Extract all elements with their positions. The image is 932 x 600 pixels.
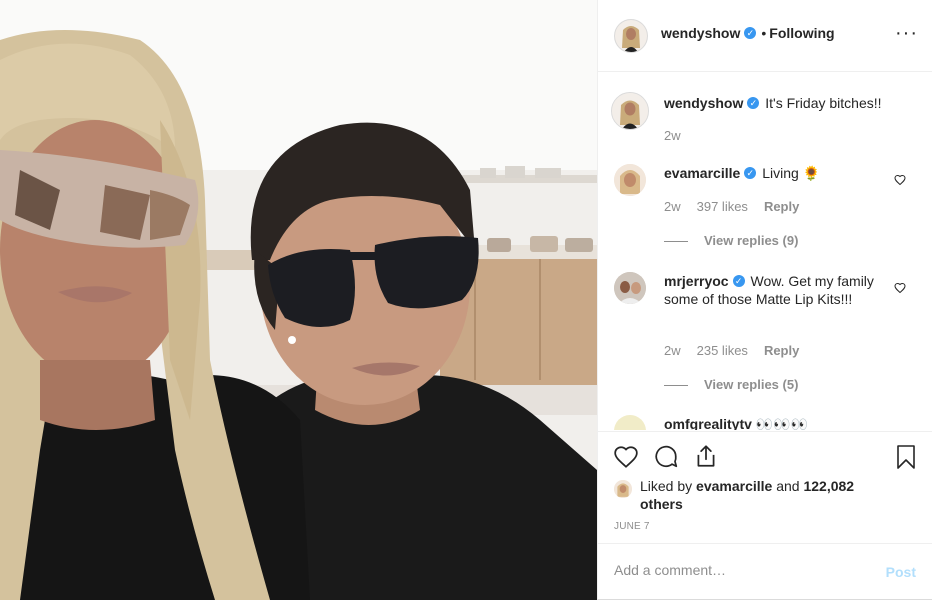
- liker-avatar[interactable]: [614, 480, 632, 498]
- avatar-image: [615, 20, 647, 52]
- comment-username[interactable]: evamarcille: [664, 165, 740, 181]
- more-options-icon[interactable]: ···: [895, 22, 918, 45]
- comments-list[interactable]: wendyshow ✓ It's Friday bitches!! 2w evam…: [598, 72, 932, 430]
- avatar-image: [614, 164, 646, 196]
- replies-divider: [664, 241, 688, 243]
- post-header: wendyshow ✓ • Following ···: [598, 0, 932, 72]
- view-replies-button[interactable]: View replies (5): [664, 377, 798, 392]
- comment-avatar[interactable]: [614, 415, 646, 430]
- caption-username[interactable]: wendyshow: [664, 95, 743, 111]
- comment-meta: 2w 235 likes Reply: [664, 343, 815, 358]
- verified-badge-icon: ✓: [744, 27, 757, 40]
- instagram-post: wendyshow ✓ • Following ··· wendyshow ✓ It's…: [0, 0, 932, 600]
- caption-text-line: wendyshow ✓ It's Friday bitches!!: [664, 94, 894, 112]
- caption-meta: 2w: [664, 128, 697, 143]
- comment-likes[interactable]: 235 likes: [697, 343, 748, 358]
- avatar-image: [614, 480, 632, 498]
- comment-age: 2w: [664, 343, 681, 358]
- view-replies-label: View replies (5): [704, 377, 799, 392]
- comment-avatar[interactable]: [614, 272, 646, 304]
- avatar-image: [612, 93, 648, 129]
- comment-text: 👀👀👀: [755, 416, 809, 430]
- add-comment-bar: Post: [598, 543, 932, 600]
- share-icon[interactable]: [693, 443, 719, 469]
- avatar-image: [614, 272, 646, 304]
- reply-button[interactable]: Reply: [764, 199, 799, 214]
- liked-by-label: Liked by: [640, 478, 693, 494]
- caption-text: It's Friday bitches!!: [765, 95, 882, 111]
- view-replies-button[interactable]: View replies (9): [664, 233, 798, 248]
- liker-username[interactable]: evamarcille: [696, 478, 772, 494]
- following-button[interactable]: Following: [769, 25, 834, 41]
- replies-divider: [664, 385, 688, 387]
- post-photo[interactable]: [0, 0, 597, 600]
- comment-username[interactable]: mrjerryoc: [664, 273, 729, 289]
- comment-icon[interactable]: [653, 444, 679, 470]
- comment-text-line: evamarcille ✓ Living 🌻: [664, 164, 894, 182]
- post-date[interactable]: JUNE 7: [614, 521, 650, 532]
- selfie-illustration: [0, 0, 597, 600]
- comment-likes[interactable]: 397 likes: [697, 199, 748, 214]
- bookmark-icon[interactable]: [894, 444, 918, 470]
- comment-text-line: omfgrealitytv 👀👀👀: [664, 415, 894, 430]
- header-user-line: wendyshow ✓ • Following: [661, 25, 835, 41]
- header-username[interactable]: wendyshow: [661, 25, 740, 41]
- add-comment-input[interactable]: [614, 562, 864, 578]
- heart-icon[interactable]: [613, 444, 639, 470]
- likes-and-label: and: [776, 478, 800, 494]
- caption-avatar[interactable]: [611, 92, 649, 130]
- post-actions: Liked by evamarcille and 122,082 others …: [598, 431, 932, 544]
- comment-age: 2w: [664, 199, 681, 214]
- caption-age: 2w: [664, 128, 681, 143]
- post-sidebar: wendyshow ✓ • Following ··· wendyshow ✓ It's…: [597, 0, 932, 600]
- comment-like-heart-icon[interactable]: [894, 174, 906, 186]
- header-separator: •: [761, 25, 767, 41]
- view-replies-label: View replies (9): [704, 233, 799, 248]
- comment-like-heart-icon[interactable]: [894, 282, 906, 294]
- verified-badge-icon: ✓: [732, 275, 745, 288]
- comment-meta: 2w 397 likes Reply: [664, 199, 815, 214]
- comment-avatar[interactable]: [614, 164, 646, 196]
- reply-button[interactable]: Reply: [764, 343, 799, 358]
- comment-username[interactable]: omfgrealitytv: [664, 416, 752, 430]
- author-avatar[interactable]: [614, 19, 648, 53]
- post-comment-button[interactable]: Post: [886, 564, 916, 580]
- verified-badge-icon: ✓: [747, 97, 760, 110]
- comment-text: Living 🌻: [762, 165, 821, 181]
- comment-text-line: mrjerryoc ✓ Wow. Get my family some of th…: [664, 272, 894, 308]
- verified-badge-icon: ✓: [744, 167, 757, 180]
- likes-text: Liked by evamarcille and 122,082 others: [640, 477, 880, 513]
